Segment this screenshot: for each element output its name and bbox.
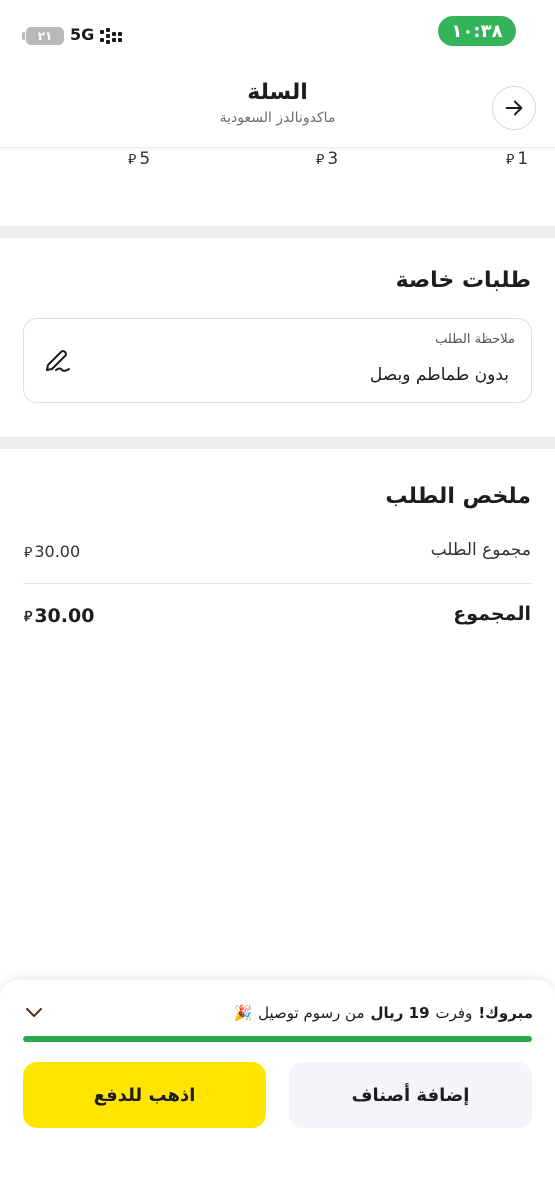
- order-note-field[interactable]: ملاحظة الطلب بدون طماطم وبصل: [23, 318, 532, 403]
- total-value: ⃁ 30.00: [24, 605, 95, 627]
- riyal-symbol-icon: ⃁: [506, 152, 515, 168]
- pen-icon[interactable]: [42, 345, 74, 377]
- delivery-progress-bar: [23, 1036, 532, 1042]
- riyal-symbol-icon: ⃁: [24, 544, 33, 561]
- restaurant-name: ماكدونالدز السعودية: [219, 110, 336, 126]
- riyal-symbol-icon: ⃁: [316, 152, 325, 168]
- status-time: ١٠:٣٨: [438, 16, 516, 46]
- price-option[interactable]: ⃁ 1: [506, 149, 528, 169]
- riyal-symbol-icon: ⃁: [24, 609, 33, 625]
- subtotal-value: ⃁ 30.00: [24, 542, 81, 561]
- order-summary-title: ملخص الطلب: [385, 484, 531, 509]
- riyal-symbol-icon: ⃁: [128, 152, 137, 168]
- page-header: السلة ماكدونالدز السعودية: [0, 66, 555, 148]
- price-option[interactable]: ⃁ 3: [316, 149, 338, 169]
- party-popper-icon: 🎉: [233, 1004, 253, 1022]
- checkout-button[interactable]: اذهب للدفع: [23, 1062, 266, 1128]
- subtotal-label: مجموع الطلب: [430, 540, 531, 560]
- page-title: السلة: [247, 80, 308, 105]
- arrow-right-icon: [505, 100, 523, 116]
- signal-bars-icon: [100, 28, 126, 44]
- battery-level: ٢١: [37, 29, 53, 43]
- checkout-sheet: مبروك! وفرت 19 ريال من رسوم توصيل 🎉 إضاف…: [0, 980, 555, 1200]
- network-type: 5G: [70, 25, 95, 44]
- delivery-promo-text: مبروك! وفرت 19 ريال من رسوم توصيل 🎉: [233, 1004, 533, 1022]
- price-options-row: ⃁ 1 ⃁ 3 ⃁ 5: [0, 148, 555, 226]
- chevron-down-icon[interactable]: [24, 1006, 44, 1020]
- add-items-button[interactable]: إضافة أصناف: [289, 1062, 532, 1128]
- section-divider: [0, 226, 555, 238]
- battery-nub: [22, 32, 25, 40]
- price-option[interactable]: ⃁ 5: [128, 149, 150, 169]
- back-button[interactable]: [492, 86, 536, 130]
- battery-charging-icon: ٢١: [26, 27, 64, 45]
- section-divider: [0, 437, 555, 449]
- progress-fill: [23, 1036, 532, 1042]
- summary-divider: [23, 583, 532, 584]
- note-label: ملاحظة الطلب: [435, 332, 515, 347]
- total-label: المجموع: [453, 603, 531, 625]
- status-bar: ٢١ 5G ١٠:٣٨: [0, 0, 555, 66]
- note-value: بدون طماطم وبصل: [369, 365, 509, 385]
- special-requests-title: طلبات خاصة: [395, 268, 531, 293]
